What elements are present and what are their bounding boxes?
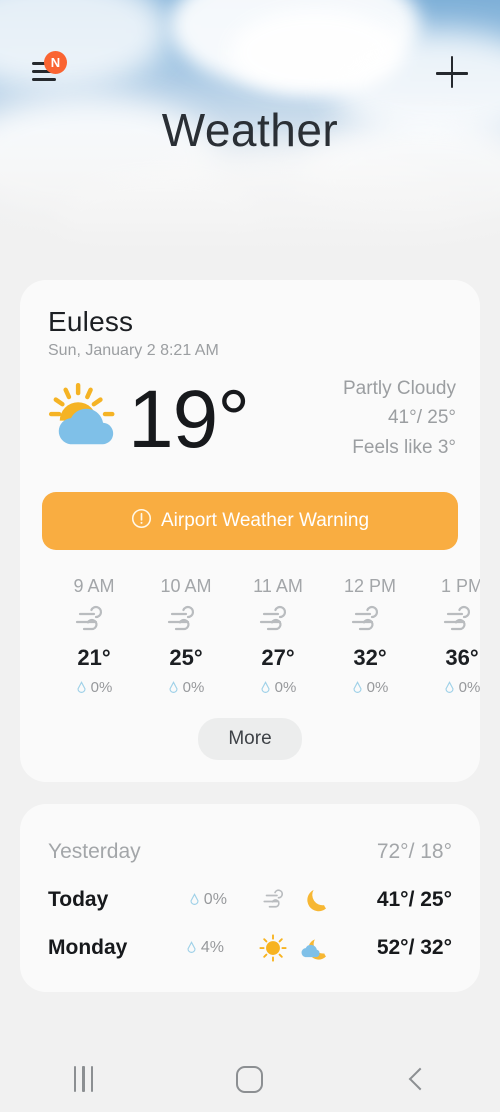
hourly-condition-icon-wrap — [416, 597, 480, 643]
windy-icon — [166, 604, 206, 636]
airport-weather-warning-banner[interactable]: Airport Weather Warning — [42, 492, 458, 551]
more-button[interactable]: More — [198, 718, 302, 761]
current-feels-like: Feels like 3° — [352, 436, 456, 458]
daily-day-label: Today — [48, 888, 109, 912]
menu-badge: N — [44, 51, 67, 74]
hourly-condition-icon-wrap — [48, 597, 140, 643]
windy-icon — [350, 604, 390, 636]
back-button[interactable] — [377, 1056, 457, 1102]
current-temperature: 19° — [128, 374, 250, 466]
windy-icon — [262, 888, 292, 912]
weather-app-screen: N Weather Euless Sun, January 2 8:21 AM — [0, 0, 500, 1112]
droplet-icon — [76, 680, 87, 695]
droplet-icon — [189, 893, 200, 907]
hourly-precipitation-value: 0% — [90, 679, 113, 697]
daily-condition-icons — [262, 885, 332, 915]
hourly-precipitation: 0% — [140, 679, 232, 696]
back-icon — [408, 1067, 431, 1091]
current-high-low: 41°/ 25° — [387, 407, 456, 429]
droplet-icon — [352, 680, 363, 695]
hourly-precipitation: 0% — [232, 679, 324, 696]
current-datetime: Sun, January 2 8:21 AM — [48, 342, 219, 359]
hourly-temperature: 27° — [261, 645, 295, 671]
moon-icon — [302, 885, 332, 915]
hourly-temperature: 21° — [77, 645, 111, 671]
hourly-item[interactable]: 1 PM 36° 0% — [416, 576, 480, 696]
home-button[interactable] — [210, 1056, 290, 1102]
warning-label: Airport Weather Warning — [160, 510, 370, 532]
windy-icon — [442, 604, 480, 636]
daily-high-low: 72°/ 18° — [376, 840, 452, 864]
sunny-icon — [258, 933, 288, 963]
hourly-precipitation: 0% — [324, 679, 416, 696]
hourly-condition-icon-wrap — [140, 597, 232, 643]
daily-precipitation: 4% — [186, 939, 258, 957]
hourly-item[interactable]: 11 AM 27° 0% — [232, 576, 324, 696]
hourly-temperature: 25° — [169, 645, 203, 671]
daily-condition-icons — [258, 933, 333, 963]
hourly-item[interactable]: 10 AM 25° 0% — [140, 576, 232, 696]
hourly-time: 11 AM — [253, 576, 303, 597]
hourly-condition-icon-wrap — [232, 597, 324, 643]
hourly-time: 9 AM — [73, 576, 115, 597]
hourly-precipitation-value: 0% — [366, 679, 389, 697]
hourly-precipitation-value: 0% — [274, 679, 297, 697]
windy-icon — [258, 604, 298, 636]
android-navigation-bar — [0, 1046, 500, 1112]
daily-day-label: Monday — [48, 936, 128, 960]
hourly-item[interactable]: 12 PM 32° 0% — [324, 576, 416, 696]
warning-exclamation-icon — [131, 508, 152, 535]
daily-row[interactable]: Yesterday 72°/ 18° — [48, 828, 452, 876]
hourly-precipitation-value: 0% — [458, 679, 480, 697]
hamburger-menu-button[interactable]: N — [30, 51, 67, 89]
page-title: Weather — [161, 104, 339, 156]
menu-bar — [32, 78, 56, 81]
daily-row[interactable]: Today 0% 41°/ 25° — [48, 876, 452, 924]
moon-cloud-icon — [298, 933, 333, 963]
header-sky-banner: N Weather — [0, 0, 500, 250]
hourly-time: 1 PM — [440, 576, 480, 597]
hourly-precipitation-value: 0% — [182, 679, 205, 697]
daily-row[interactable]: Monday 4% 52°/ 32° — [48, 924, 452, 972]
hourly-time: 10 AM — [160, 576, 212, 597]
recents-button[interactable] — [43, 1056, 123, 1102]
recents-icon — [73, 1066, 93, 1092]
hourly-item[interactable]: 9 AM 21° 0% — [48, 576, 140, 696]
droplet-icon — [186, 941, 197, 955]
windy-icon — [74, 604, 114, 636]
hourly-forecast-list[interactable]: 9 AM 21° 0% 10 AM 25° 0% 11 AM 27° 0% 12 PM 32° 0% 1… — [20, 550, 480, 696]
droplet-icon — [260, 680, 271, 695]
hourly-temperature: 36° — [445, 645, 479, 671]
home-icon — [236, 1065, 264, 1093]
partly-cloudy-icon — [44, 376, 128, 465]
daily-precipitation-value: 4% — [200, 939, 224, 957]
daily-forecast-card[interactable]: Yesterday 72°/ 18° Today 0% 41°/ 25° Monday 4%… — [20, 804, 480, 993]
daily-precipitation: 0% — [189, 891, 262, 909]
current-details: Partly Cloudy 41°/ 25° Feels like 3° — [343, 374, 456, 466]
hourly-temperature: 32° — [353, 645, 387, 671]
city-name: Euless — [48, 306, 134, 337]
current-condition-text: Partly Cloudy — [343, 378, 456, 399]
daily-precipitation-value: 0% — [203, 891, 227, 909]
current-weather-card[interactable]: Euless Sun, January 2 8:21 AM 19° Partly… — [20, 280, 480, 783]
droplet-icon — [444, 680, 455, 695]
droplet-icon — [168, 680, 179, 695]
daily-high-low: 52°/ 32° — [376, 936, 452, 960]
hourly-precipitation: 0% — [48, 679, 140, 696]
hourly-time: 12 PM — [343, 576, 397, 597]
daily-high-low: 41°/ 25° — [376, 888, 452, 912]
add-location-button[interactable] — [436, 56, 470, 90]
hourly-precipitation: 0% — [416, 679, 480, 696]
daily-day-label: Yesterday — [48, 840, 141, 864]
hourly-condition-icon-wrap — [324, 597, 416, 643]
current-conditions-row: 19° Partly Cloudy 41°/ 25° Feels like 3° — [20, 360, 480, 466]
